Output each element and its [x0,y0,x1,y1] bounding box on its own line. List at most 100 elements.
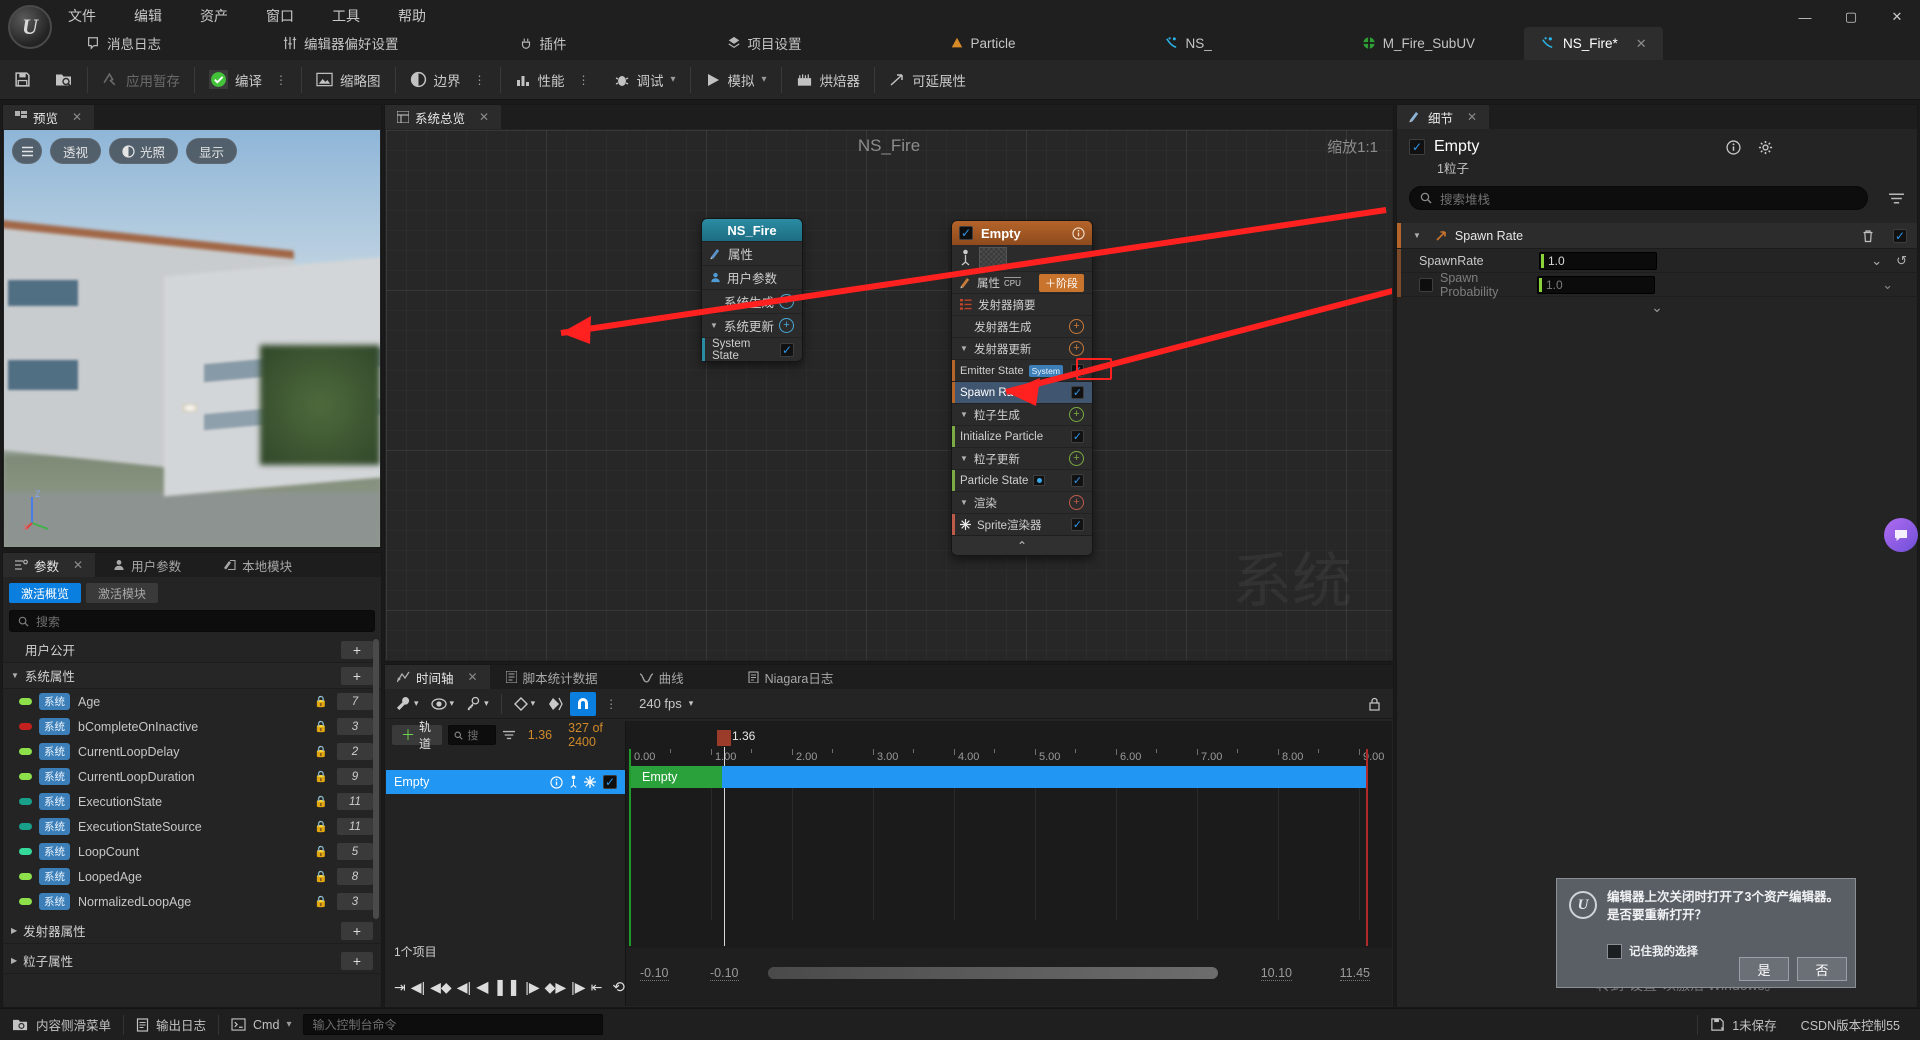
close-icon[interactable]: ✕ [479,110,489,124]
step-back-frames-button[interactable]: ◀| [411,979,425,996]
kebab-icon[interactable]: ⋮ [578,74,590,86]
minimize-button[interactable]: — [1782,0,1828,34]
chevron-down-icon[interactable]: ▼ [960,454,968,463]
compile-button[interactable]: 编译 ⋮ [197,60,299,100]
output-log-button[interactable]: 输出日志 [124,1009,218,1040]
snap-toggle-button[interactable] [570,691,597,716]
timeline-tracks-area[interactable]: 0.00 1.00 2.00 3.00 4.00 5.00 6.00 7.00 … [626,721,1392,1006]
group-system-attributes[interactable]: ▼ 系统属性 + [3,663,381,689]
viewport-menu-button[interactable] [12,138,42,164]
module-enabled-checkbox[interactable]: ✓ [1071,430,1084,443]
parameter-row[interactable]: 系统 Age 🔒 7 [3,689,381,714]
browse-button[interactable] [43,60,85,100]
save-button[interactable] [0,60,43,100]
add-button[interactable]: + [341,640,373,659]
previous-key-button[interactable]: ◀◆ [430,979,452,996]
playhead-handle[interactable] [717,730,731,746]
parameter-row[interactable]: 系统 NormalizedLoopAge 🔒 3 [3,889,381,914]
emitter-module-sprite-renderer[interactable]: Sprite渲染器 ✓ [952,513,1092,535]
parameters-scrollbar[interactable] [373,639,379,919]
tab-curves[interactable]: 曲线 [628,665,696,689]
system-node-row-properties[interactable]: 属性 [702,241,802,265]
tab-parameters[interactable]: 参数 ✕ [3,553,96,577]
timeline-scrollbar-thumb[interactable] [768,967,1218,979]
diamond-tool-button[interactable]: ▾ [509,692,541,716]
apply-scratch-button[interactable]: 应用暂存 [90,60,192,100]
jump-to-start-button[interactable]: ⇥ [394,979,406,996]
no-button[interactable]: 否 [1797,957,1847,981]
gear-icon[interactable] [1758,140,1773,155]
details-more-caret[interactable]: ⌄ [1397,297,1917,317]
chevron-right-icon[interactable]: ▶ [11,926,17,935]
spawn-probability-value-input[interactable]: 1.0 [1537,275,1655,294]
kebab-icon[interactable]: ⋮ [275,74,287,86]
bounds-button[interactable]: 边界 ⋮ [398,60,498,100]
details-section-spawn-rate[interactable]: ▼ Spawn Rate ✓ [1397,223,1917,249]
parameter-row[interactable]: 系统 bCompleteOnInactive 🔒 3 [3,714,381,739]
range-out-value[interactable]: 10.10 [1260,966,1292,981]
group-user-exposed[interactable]: 用户公开 + [3,637,381,663]
module-enabled-checkbox[interactable]: ✓ [1071,518,1084,531]
close-icon[interactable]: ✕ [73,558,83,572]
chevron-down-icon[interactable]: ▾ [286,1019,291,1030]
stage-button[interactable]: ＋阶段 [1039,273,1084,292]
close-icon[interactable]: ✕ [72,110,82,124]
system-node-section-system-update[interactable]: ▼ 系统更新 + [702,313,802,337]
emitter-section-render[interactable]: ▼ 渲染 + [952,491,1092,513]
emitter-section-particle-update[interactable]: ▼ 粒子更新 + [952,447,1092,469]
keyframe-tool-button[interactable] [542,692,568,716]
filter-icon[interactable] [502,729,516,741]
chevron-right-icon[interactable]: ▶ [11,956,17,965]
preview-viewport[interactable]: 透视 光照 显示 Z X [4,130,380,547]
maximize-button[interactable]: ▢ [1828,0,1874,34]
loop-button[interactable]: ⟲ [612,978,625,996]
add-module-button[interactable]: + [1069,451,1084,466]
chevron-down-icon[interactable]: ⌄ [1871,253,1882,269]
viewport-lighting-button[interactable]: 光照 [109,138,179,164]
asset-tab-ns-fire[interactable]: NS_Fire* ✕ [1524,27,1663,60]
pause-button[interactable]: ❚❚ [493,977,520,997]
emitter-section-particle-spawn[interactable]: ▼ 粒子生成 + [952,403,1092,425]
viewport-perspective-button[interactable]: 透视 [50,138,102,164]
content-drawer-button[interactable]: 内容侧滑菜单 [0,1009,123,1040]
performance-button[interactable]: 性能 ⋮ [503,60,602,100]
eye-tool-button[interactable]: ▾ [426,692,460,716]
filter-icon[interactable] [1888,191,1905,206]
add-module-button[interactable]: + [1069,495,1084,510]
step-back-button[interactable]: ◀| [457,979,471,996]
chevron-down-icon[interactable]: ▼ [710,321,718,330]
timeline-options-button[interactable]: ⋮ [598,692,624,716]
timeline-lock-button[interactable] [1361,692,1387,716]
timeline-clip-empty[interactable]: Empty [630,766,722,788]
key-tool-button[interactable]: ▾ [461,692,494,716]
tab-preview[interactable]: 预览 ✕ [3,105,95,129]
chevron-down-icon[interactable]: ▼ [960,498,968,507]
add-track-button[interactable]: ＋ 轨道 [392,720,443,751]
baker-button[interactable]: 烘焙器 [784,60,873,100]
jump-to-end-button[interactable]: ⇤ [591,979,603,996]
details-search-input[interactable]: 搜索堆栈 [1409,186,1868,210]
parameter-row[interactable]: 系统 CurrentLoopDuration 🔒 9 [3,764,381,789]
add-button[interactable]: + [341,666,373,685]
unsaved-assets-button[interactable]: 1未保存 [1698,1009,1788,1040]
parameter-row[interactable]: 系统 ExecutionStateSource 🔒 11 [3,814,381,839]
chevron-down-icon[interactable]: ▼ [960,410,968,419]
chevron-down-icon[interactable]: ▼ [11,671,19,680]
assistant-bubble-icon[interactable] [1884,518,1918,552]
parameter-row[interactable]: 系统 ExecutionState 🔒 11 [3,789,381,814]
group-emitter-attributes[interactable]: ▶ 发射器属性 + [3,918,381,944]
viewport-show-button[interactable]: 显示 [186,138,238,164]
node-graph-canvas[interactable]: NS_Fire 缩放1:1 系统 NS_Fire 属性 用户参数 系统生成 + … [386,130,1392,660]
range-start-value[interactable]: -0.10 [640,966,669,981]
tab-user-parameters[interactable]: 用户参数 [101,553,193,577]
module-enabled-checkbox[interactable]: ✓ [780,342,794,357]
emitter-section-emitter-update[interactable]: ▼ 发射器更新 + [952,337,1092,359]
sprite-icon[interactable] [584,776,596,788]
add-button[interactable]: + [341,951,373,970]
close-icon[interactable]: ✕ [1467,110,1477,124]
emitter-module-spawn-rate[interactable]: Spawn Rate ✓ [952,381,1092,403]
add-module-button[interactable]: + [779,318,794,333]
system-node-module-system-state[interactable]: System State ✓ [702,337,802,362]
system-node[interactable]: NS_Fire 属性 用户参数 系统生成 + ▼ 系统更新 + System S… [701,218,803,362]
tab-details[interactable]: 细节 ✕ [1397,105,1490,129]
